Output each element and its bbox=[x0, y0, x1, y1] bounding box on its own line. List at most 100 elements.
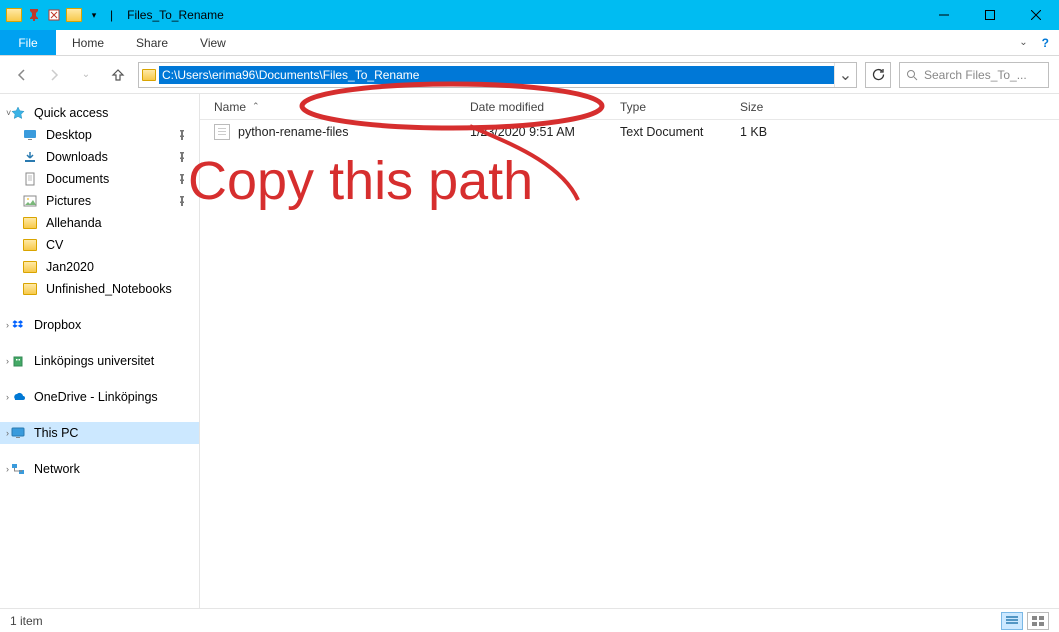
search-icon bbox=[906, 69, 918, 81]
refresh-button[interactable] bbox=[865, 62, 891, 88]
chevron-down-icon[interactable]: ˅ bbox=[6, 108, 11, 118]
column-headers: Name ⌃ Date modified Type Size bbox=[200, 94, 1059, 120]
file-name: python-rename-files bbox=[238, 125, 348, 139]
file-date: 1/23/2020 9:51 AM bbox=[460, 125, 610, 139]
sidebar-item-label: Documents bbox=[46, 172, 109, 186]
folder-icon bbox=[22, 259, 38, 275]
star-icon bbox=[10, 105, 26, 121]
properties-icon[interactable] bbox=[46, 7, 62, 23]
sidebar-item-label: CV bbox=[46, 238, 63, 252]
column-header-type[interactable]: Type bbox=[610, 100, 730, 114]
sidebar-this-pc[interactable]: › This PC bbox=[0, 422, 199, 444]
file-list-pane: Name ⌃ Date modified Type Size python-re… bbox=[200, 94, 1059, 608]
qat-dropdown-icon[interactable]: ▾ bbox=[86, 7, 102, 23]
sidebar-item-documents[interactable]: Documents bbox=[0, 168, 199, 190]
tab-home[interactable]: Home bbox=[56, 30, 120, 55]
minimize-button[interactable] bbox=[921, 0, 967, 30]
sidebar-item-label: OneDrive - Linköpings bbox=[34, 390, 158, 404]
details-view-button[interactable] bbox=[1001, 612, 1023, 630]
separator: | bbox=[110, 8, 113, 22]
status-bar: 1 item bbox=[0, 608, 1059, 632]
sidebar-item-pictures[interactable]: Pictures bbox=[0, 190, 199, 212]
sidebar-item-label: Unfinished_Notebooks bbox=[46, 282, 172, 296]
sidebar-dropbox[interactable]: › Dropbox bbox=[0, 314, 199, 336]
chevron-right-icon[interactable]: › bbox=[6, 392, 9, 402]
sidebar-item-downloads[interactable]: Downloads bbox=[0, 146, 199, 168]
folder-icon bbox=[22, 281, 38, 297]
address-path[interactable]: C:\Users\erima96\Documents\Files_To_Rena… bbox=[159, 66, 834, 84]
back-button[interactable] bbox=[10, 63, 34, 87]
file-tab[interactable]: File bbox=[0, 30, 56, 55]
sidebar-item-allehanda[interactable]: Allehanda bbox=[0, 212, 199, 234]
sidebar-network[interactable]: › Network bbox=[0, 458, 199, 480]
folder-icon bbox=[66, 7, 82, 23]
address-dropdown[interactable]: ⌄ bbox=[834, 63, 856, 87]
sidebar-item-desktop[interactable]: Desktop bbox=[0, 124, 199, 146]
maximize-button[interactable] bbox=[967, 0, 1013, 30]
sidebar-liu[interactable]: › Linköpings universitet bbox=[0, 350, 199, 372]
monitor-icon bbox=[10, 425, 26, 441]
sidebar-onedrive[interactable]: › OneDrive - Linköpings bbox=[0, 386, 199, 408]
file-type: Text Document bbox=[610, 125, 730, 139]
sidebar-item-jan2020[interactable]: Jan2020 bbox=[0, 256, 199, 278]
chevron-right-icon[interactable]: › bbox=[6, 320, 9, 330]
documents-icon bbox=[22, 171, 38, 187]
cloud-icon bbox=[10, 389, 26, 405]
sidebar-item-unfinished_notebooks[interactable]: Unfinished_Notebooks bbox=[0, 278, 199, 300]
network-icon bbox=[10, 461, 26, 477]
pictures-icon bbox=[22, 193, 38, 209]
column-header-date[interactable]: Date modified bbox=[460, 100, 610, 114]
title-bar: ▾ | Files_To_Rename bbox=[0, 0, 1059, 30]
chevron-down-icon[interactable]: ⌄ bbox=[1019, 37, 1027, 48]
status-item-count: 1 item bbox=[10, 614, 43, 628]
chevron-right-icon[interactable]: › bbox=[6, 356, 9, 366]
up-button[interactable] bbox=[106, 63, 130, 87]
sidebar-quick-access[interactable]: ˅ Quick access bbox=[0, 102, 199, 124]
sidebar-item-label: This PC bbox=[34, 426, 78, 440]
column-header-name[interactable]: Name ⌃ bbox=[200, 100, 460, 114]
search-box[interactable] bbox=[899, 62, 1049, 88]
help-icon[interactable]: ? bbox=[1042, 36, 1049, 50]
file-size: 1 KB bbox=[730, 125, 820, 139]
chevron-right-icon[interactable]: › bbox=[6, 464, 9, 474]
sidebar-item-label: Downloads bbox=[46, 150, 108, 164]
sidebar-item-cv[interactable]: CV bbox=[0, 234, 199, 256]
building-icon bbox=[10, 353, 26, 369]
pin-icon bbox=[177, 152, 187, 162]
folder-icon bbox=[22, 237, 38, 253]
recent-dropdown[interactable]: ⌄ bbox=[74, 63, 98, 87]
sidebar-item-label: Quick access bbox=[34, 106, 108, 120]
column-header-size[interactable]: Size bbox=[730, 100, 820, 114]
sidebar-item-label: Linköpings universitet bbox=[34, 354, 154, 368]
tab-view[interactable]: View bbox=[184, 30, 242, 55]
downloads-icon bbox=[22, 149, 38, 165]
sidebar-item-label: Dropbox bbox=[34, 318, 81, 332]
chevron-right-icon[interactable]: › bbox=[6, 428, 9, 438]
search-input[interactable] bbox=[924, 68, 1042, 82]
address-bar[interactable]: C:\Users\erima96\Documents\Files_To_Rena… bbox=[138, 62, 857, 88]
sidebar-item-label: Network bbox=[34, 462, 80, 476]
annotation-text: Copy this path bbox=[188, 150, 533, 212]
pin-icon bbox=[177, 130, 187, 140]
pin-icon bbox=[177, 174, 187, 184]
text-file-icon bbox=[214, 124, 230, 140]
navigation-pane: ˅ Quick access Desktop Downloads Documents… bbox=[0, 94, 200, 608]
folder-icon bbox=[22, 215, 38, 231]
dropbox-icon bbox=[10, 317, 26, 333]
ribbon: File Home Share View ⌄ ? bbox=[0, 30, 1059, 56]
forward-button[interactable] bbox=[42, 63, 66, 87]
annotation-overlay: Copy this path bbox=[200, 94, 1059, 608]
tab-share[interactable]: Share bbox=[120, 30, 184, 55]
sidebar-item-label: Jan2020 bbox=[46, 260, 94, 274]
close-button[interactable] bbox=[1013, 0, 1059, 30]
sidebar-item-label: Allehanda bbox=[46, 216, 102, 230]
folder-icon bbox=[139, 69, 159, 81]
large-icons-view-button[interactable] bbox=[1027, 612, 1049, 630]
pin-icon[interactable] bbox=[26, 7, 42, 23]
sidebar-item-label: Pictures bbox=[46, 194, 91, 208]
sort-indicator-icon: ⌃ bbox=[252, 101, 260, 112]
file-row[interactable]: python-rename-files 1/23/2020 9:51 AMText… bbox=[200, 120, 1059, 144]
desktop-icon bbox=[22, 127, 38, 143]
pin-icon bbox=[177, 196, 187, 206]
folder-icon bbox=[6, 7, 22, 23]
